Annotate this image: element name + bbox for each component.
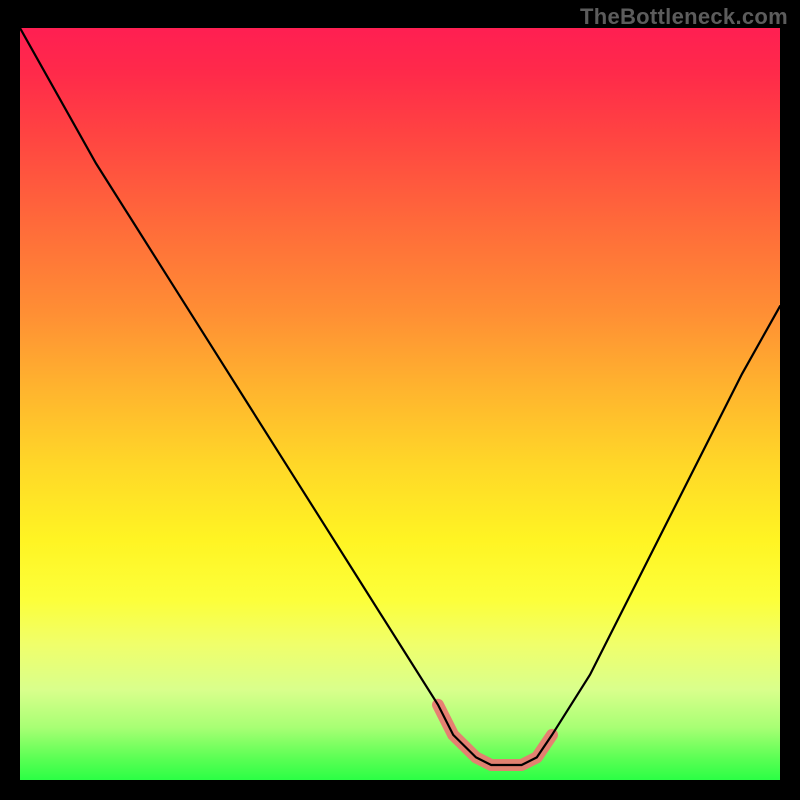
watermark-text: TheBottleneck.com (580, 4, 788, 30)
trough-highlight (438, 705, 552, 765)
baseline (20, 777, 780, 780)
bottleneck-curve (20, 28, 780, 765)
chart-frame: TheBottleneck.com (0, 0, 800, 800)
plot-area (20, 28, 780, 780)
chart-overlay (20, 28, 780, 780)
